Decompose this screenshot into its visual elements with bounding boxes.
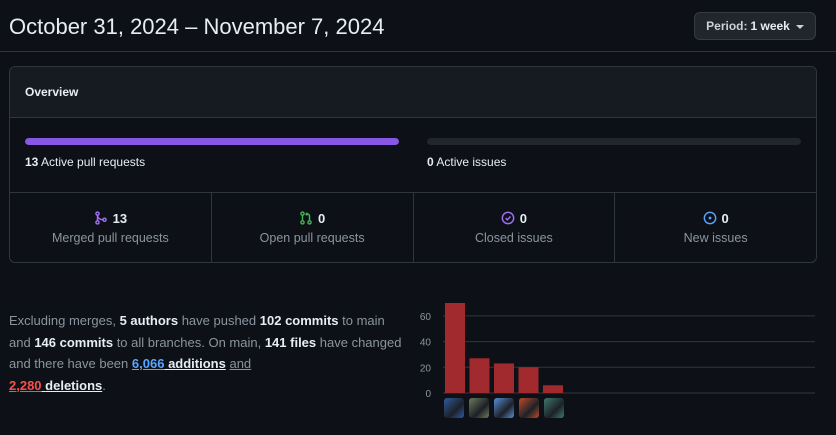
- contributors-chart-svg: 0 20 40 60: [420, 303, 815, 400]
- overview-header: Overview: [10, 67, 816, 118]
- open-pull-requests-label: Open pull requests: [259, 231, 365, 245]
- chart-y-tick-label: 40: [420, 338, 432, 349]
- chart-y-tick-label: 0: [425, 389, 431, 400]
- merged-pr-icon: [94, 211, 108, 225]
- closed-issues-label: Closed issues: [474, 231, 553, 245]
- closed-issues-count: 0: [519, 210, 527, 226]
- new-issues-label: New issues: [683, 231, 748, 245]
- avatar[interactable]: [444, 398, 464, 418]
- activity-bars: 13 Active pull requests 0 Active issues: [10, 118, 816, 193]
- active-pull-requests-count: 13: [25, 155, 39, 169]
- period-value: 1 week: [750, 19, 790, 33]
- files-changed-count: 141 files: [264, 334, 317, 350]
- authors-count: 5 authors: [119, 313, 179, 328]
- overview-title: Overview: [25, 85, 79, 99]
- commit-summary: Excluding merges, 5 authors have pushed …: [9, 310, 409, 396]
- stat-closed-issues[interactable]: 0 Closed issues: [414, 193, 616, 262]
- stat-new-issues[interactable]: 0 New issues: [615, 193, 816, 262]
- active-issues-count: 0: [427, 155, 434, 169]
- chart-bar-1[interactable]: [445, 303, 465, 393]
- contributor-avatars: [444, 398, 564, 418]
- summary-text: have pushed: [178, 313, 260, 328]
- period-label: Period:: [706, 19, 748, 33]
- new-issue-icon: [703, 211, 717, 225]
- deletions-link-label[interactable]: deletions: [45, 378, 102, 393]
- active-pull-requests-label: Active pull requests: [41, 155, 146, 169]
- chart-bar-3[interactable]: [494, 363, 514, 393]
- pull-requests-progress-fill: [25, 138, 399, 145]
- chart-bar-4[interactable]: [518, 367, 539, 393]
- pull-requests-progress: [25, 138, 399, 145]
- active-issues-link[interactable]: 0 Active issues: [427, 155, 506, 169]
- chevron-down-icon: [795, 24, 804, 29]
- commits-all-count: 146 commits: [34, 334, 114, 350]
- merged-pull-requests-label: Merged pull requests: [52, 231, 169, 245]
- summary-text: .: [102, 377, 106, 393]
- stat-merged-pull-requests[interactable]: 13 Merged pull requests: [10, 193, 212, 262]
- summary-text: Excluding merges,: [9, 313, 120, 328]
- stat-open-pull-requests[interactable]: 0 Open pull requests: [212, 193, 414, 262]
- avatar[interactable]: [469, 398, 489, 418]
- overview-box: Overview 13 Active pull requests 0 Activ…: [9, 66, 817, 263]
- summary-text: to all branches. On main,: [113, 334, 265, 350]
- period-dropdown-button[interactable]: Period: 1 week: [694, 12, 816, 40]
- additions-link[interactable]: 6,066: [132, 356, 165, 371]
- issues-progress: [427, 138, 801, 145]
- chart-bar-2[interactable]: [469, 358, 490, 393]
- stats-row: 13 Merged pull requests 0 Open pull requ…: [10, 193, 816, 262]
- avatar[interactable]: [494, 398, 514, 418]
- chart-y-tick-label: 60: [420, 312, 432, 323]
- summary-text: and: [229, 356, 252, 371]
- chart-bar-5[interactable]: [543, 385, 563, 393]
- avatar[interactable]: [544, 398, 564, 418]
- additions-link-label[interactable]: additions: [168, 356, 226, 371]
- commits-main-count: 102 commits: [259, 313, 339, 328]
- closed-issue-icon: [501, 211, 515, 225]
- active-issues-label: Active issues: [436, 155, 507, 169]
- open-pr-icon: [299, 211, 313, 225]
- avatar[interactable]: [519, 398, 539, 418]
- merged-pull-requests-count: 13: [112, 210, 128, 226]
- deletions-link[interactable]: 2,280: [9, 378, 42, 393]
- header: October 31, 2024 – November 7, 2024 Peri…: [0, 0, 836, 52]
- new-issues-count: 0: [721, 210, 729, 226]
- active-pull-requests-link[interactable]: 13 Active pull requests: [25, 155, 145, 169]
- open-pull-requests-count: 0: [318, 210, 326, 226]
- page-title: October 31, 2024 – November 7, 2024: [9, 14, 385, 39]
- chart-y-tick-label: 20: [420, 363, 432, 374]
